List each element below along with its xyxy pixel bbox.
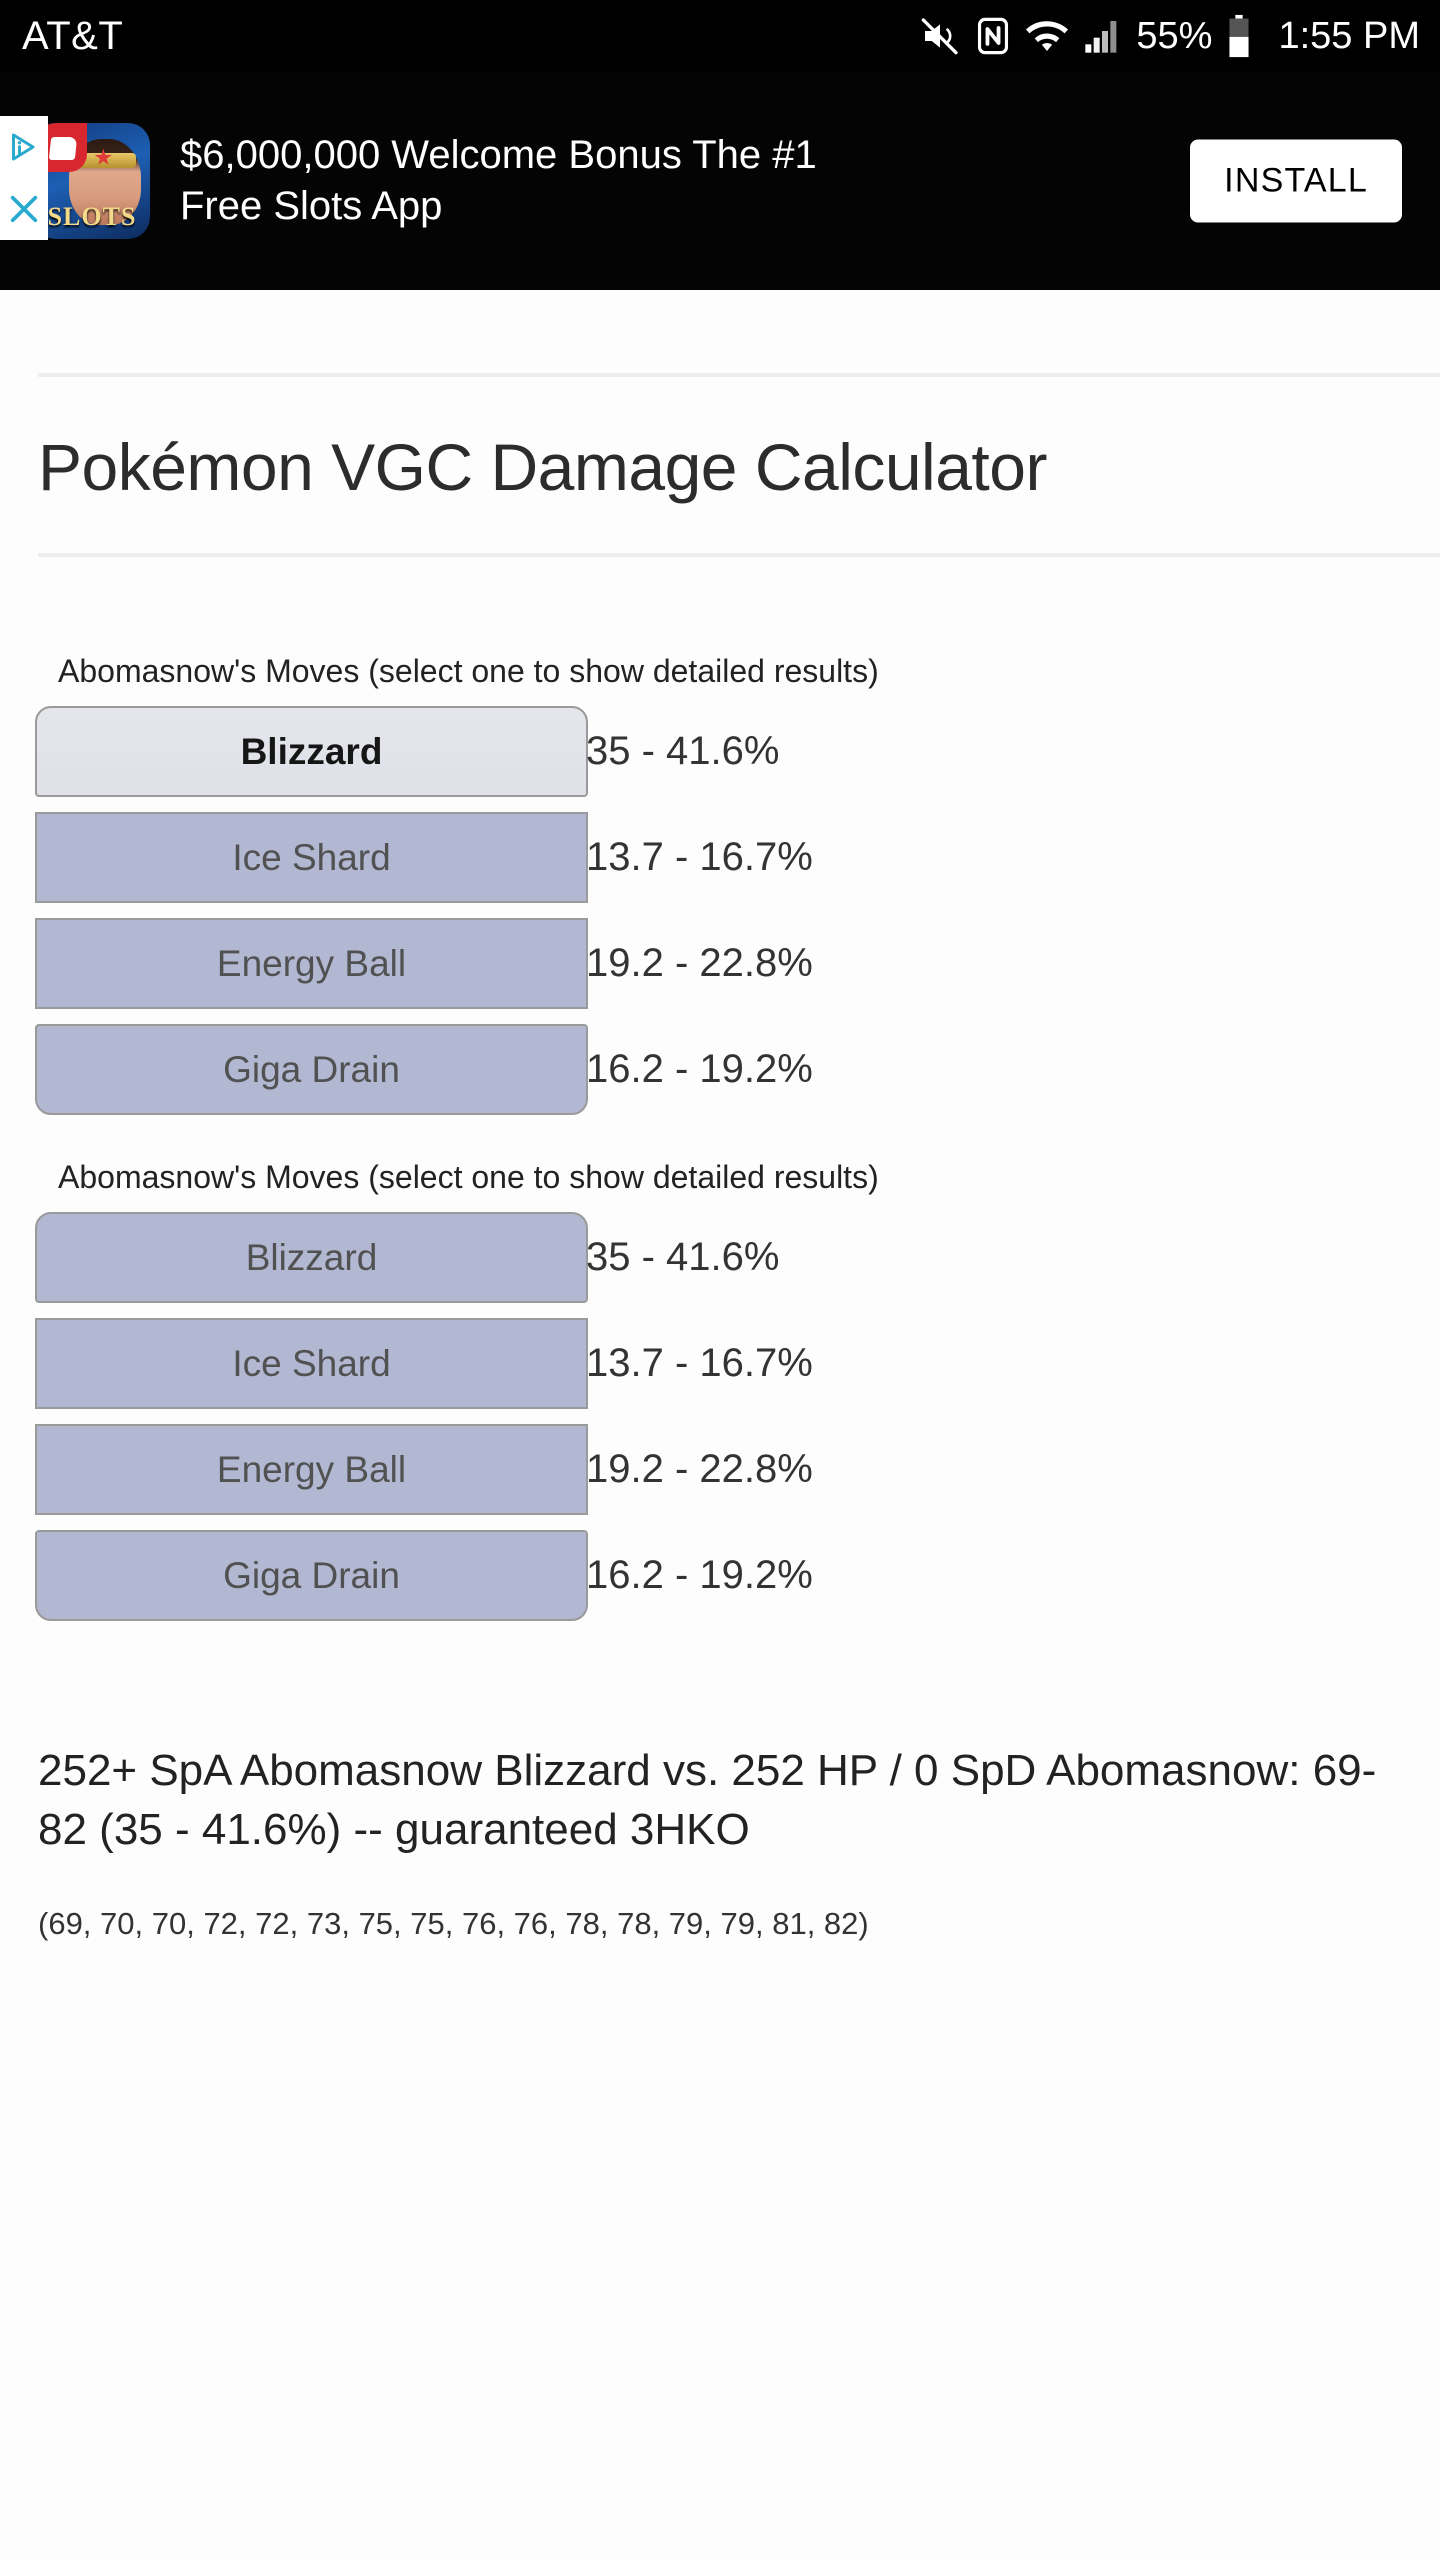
damage-result-summary: 252+ SpA Abomasnow Blizzard vs. 252 HP /… [38,1746,1377,1855]
page-content: Pokémon VGC Damage Calculator Abomasnow'… [0,373,1440,1942]
move-button-energy-ball-2[interactable]: Energy Ball [35,1424,588,1515]
adchoices-icon[interactable] [0,116,48,178]
clock-label: 1:55 PM [1278,14,1420,57]
page-title: Pokémon VGC Damage Calculator [38,430,1047,504]
moves-section-2-row: Blizzard Ice Shard Energy Ball Giga Drai… [0,1212,1440,1621]
ad-badges-group [0,116,48,240]
battery-percent-label: 55% [1136,14,1213,57]
damage-percent-energy-ball-2: 19.2 - 22.8% [586,1447,813,1491]
damage-rolls-list: (69, 70, 70, 72, 72, 73, 75, 75, 76, 76,… [38,1905,869,1941]
moves-section-2-label: Abomasnow's Moves (select one to show de… [58,1159,879,1195]
moves-section-1: Abomasnow's Moves (select one to show de… [0,653,1440,1115]
moves-section-2-buttons: Blizzard Ice Shard Energy Ball Giga Drai… [0,1212,588,1621]
move-button-blizzard-1[interactable]: Blizzard [35,706,588,797]
damage-percent-ice-shard-2: 13.7 - 16.7% [586,1341,813,1385]
damage-percent-blizzard-1: 35 - 41.6% [586,729,780,773]
moves-section-2-percents: 35 - 41.6% 13.7 - 16.7% 19.2 - 22.8% 16.… [553,1212,1440,1621]
move-button-ice-shard-1[interactable]: Ice Shard [35,812,588,903]
install-button[interactable]: INSTALL [1190,139,1402,223]
divider-under-title [38,553,1440,557]
moves-section-1-label: Abomasnow's Moves (select one to show de… [58,653,879,689]
damage-percent-blizzard-2: 35 - 41.6% [586,1235,780,1279]
move-button-blizzard-2[interactable]: Blizzard [35,1212,588,1303]
move-button-giga-drain-1[interactable]: Giga Drain [35,1024,588,1115]
status-bar: AT&T 55% 1:55 PM [0,0,1440,72]
cellular-signal-icon [1085,21,1117,53]
damage-percent-giga-drain-2: 16.2 - 19.2% [586,1553,813,1597]
move-button-energy-ball-1[interactable]: Energy Ball [35,918,588,1009]
moves-section-1-percents: 35 - 41.6% 13.7 - 16.7% 19.2 - 22.8% 16.… [553,706,1440,1115]
mute-icon [922,18,959,55]
wifi-icon [1026,21,1069,52]
moves-section-1-row: Blizzard Ice Shard Energy Ball Giga Drai… [0,706,1440,1115]
damage-percent-energy-ball-1: 19.2 - 22.8% [586,941,813,985]
ad-app-icon-label: SLOTS [47,202,137,232]
move-button-ice-shard-2[interactable]: Ice Shard [35,1318,588,1409]
moves-section-1-buttons: Blizzard Ice Shard Energy Ball Giga Drai… [0,706,588,1115]
carrier-label: AT&T [22,13,124,58]
damage-percent-ice-shard-1: 13.7 - 16.7% [586,835,813,879]
status-icons-group: 55% 1:55 PM [920,0,1420,72]
ad-headline: $6,000,000 Welcome Bonus The #1 Free Slo… [180,132,817,228]
moves-section-2: Abomasnow's Moves (select one to show de… [0,1159,1440,1621]
close-icon[interactable] [0,178,48,240]
battery-icon [1229,14,1250,58]
damage-percent-giga-drain-1: 16.2 - 19.2% [586,1047,813,1091]
move-button-giga-drain-2[interactable]: Giga Drain [35,1530,588,1621]
nfc-icon [978,17,1009,55]
ad-banner[interactable]: SLOTS $6,000,000 Welcome Bonus The #1 Fr… [0,72,1440,290]
ad-app-icon: SLOTS [34,123,150,239]
divider-top [38,373,1440,377]
